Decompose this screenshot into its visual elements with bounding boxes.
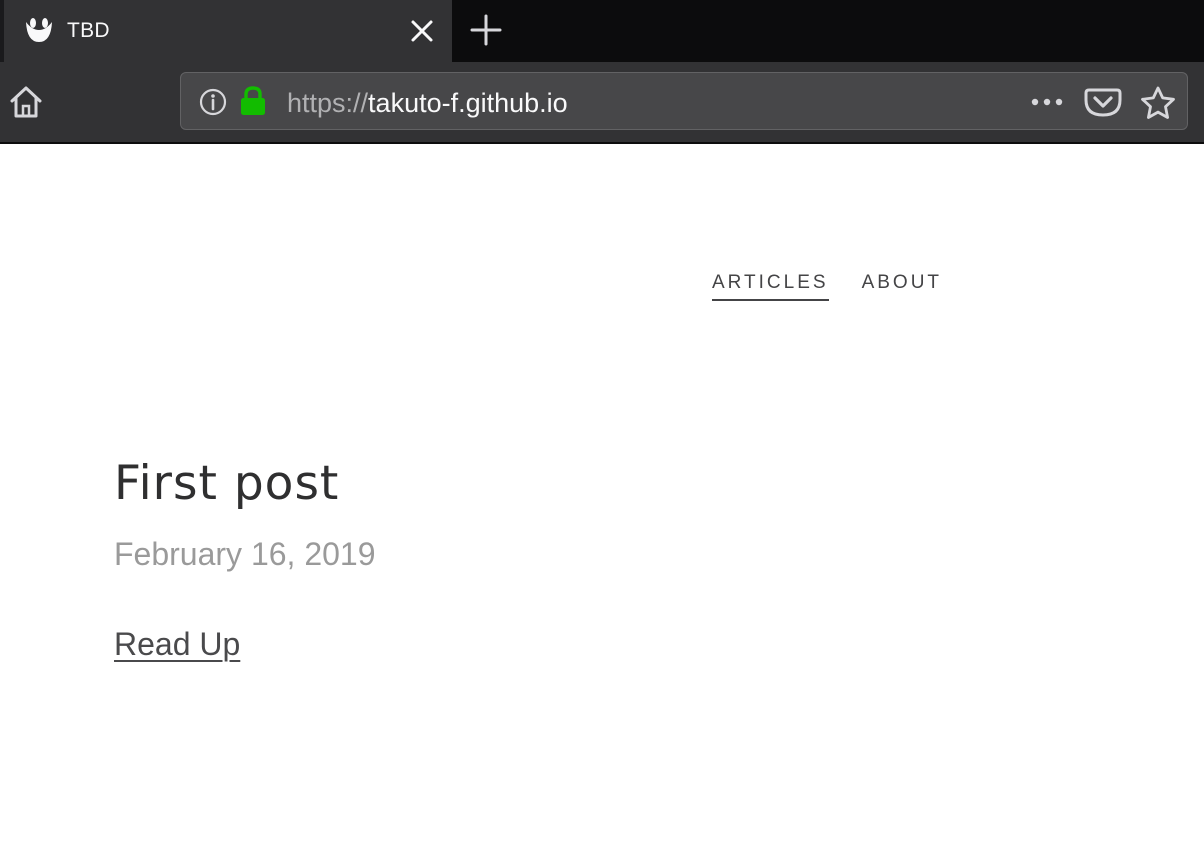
post-title: First post [114, 456, 340, 511]
post-summary: First post February 16, 2019 Read Up [114, 454, 376, 664]
star-icon[interactable] [1139, 85, 1177, 121]
nav-link-articles[interactable]: ARTICLES [712, 272, 829, 301]
more-icon[interactable] [1029, 89, 1065, 115]
face-smile-icon [26, 18, 52, 42]
home-icon[interactable] [6, 82, 46, 122]
post-date: February 16, 2019 [114, 536, 376, 572]
lock-icon[interactable] [239, 85, 267, 117]
close-icon[interactable] [406, 15, 438, 47]
tab-title: TBD [67, 19, 110, 42]
site-nav: ARTICLES ABOUT [712, 272, 975, 301]
info-icon[interactable] [198, 87, 228, 117]
url-text[interactable]: https://takuto-f.github.io [287, 88, 568, 118]
navigation-toolbar: https://takuto-f.github.io [0, 62, 1204, 144]
tab-strip: TBD [0, 0, 1204, 62]
browser-tab[interactable]: TBD [0, 0, 452, 62]
url-scheme: https:// [287, 88, 369, 118]
address-bar[interactable]: https://takuto-f.github.io [180, 72, 1188, 130]
url-host: takuto-f.github.io [368, 88, 568, 118]
plus-icon[interactable] [466, 10, 506, 50]
read-up-link[interactable]: Read Up [114, 624, 240, 664]
page-content: ARTICLES ABOUT First post February 16, 20… [0, 144, 1204, 856]
nav-link-about[interactable]: ABOUT [862, 272, 942, 299]
pocket-icon[interactable] [1083, 85, 1123, 119]
